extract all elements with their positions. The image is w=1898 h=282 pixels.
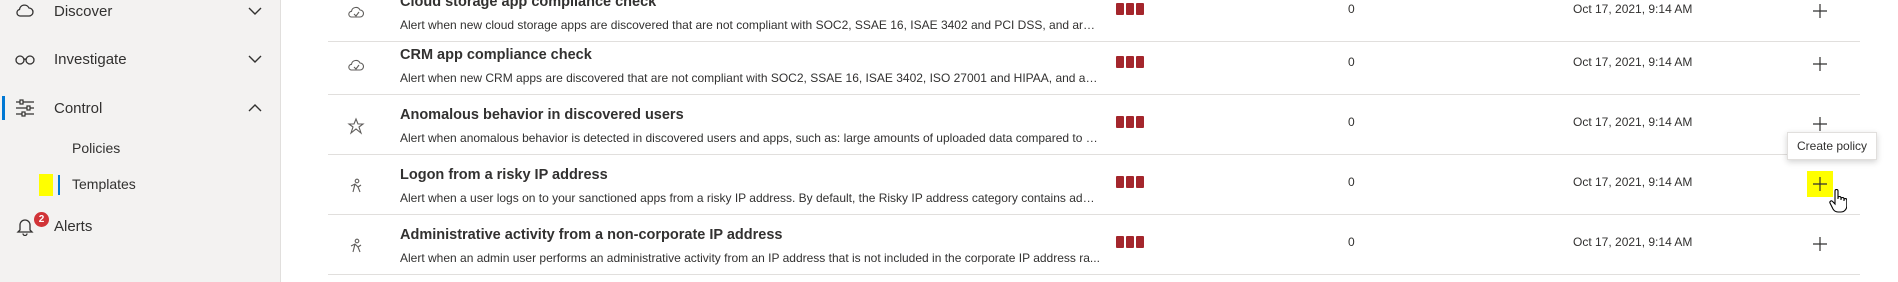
severity-indicator xyxy=(1116,56,1144,68)
nav-discover[interactable]: Discover xyxy=(0,0,281,31)
chevron-down-icon xyxy=(248,7,262,15)
nav-alerts[interactable]: 2 Alerts xyxy=(0,206,281,246)
row-title[interactable]: Anomalous behavior in discovered users xyxy=(400,107,684,123)
plus-icon xyxy=(1813,117,1827,131)
severity-indicator xyxy=(1116,116,1144,128)
cloud-check-icon xyxy=(345,2,367,24)
row-title[interactable]: Administrative activity from a non-corpo… xyxy=(400,227,782,243)
row-count: 0 xyxy=(1348,2,1355,16)
bell-icon: 2 xyxy=(14,212,49,237)
table-row[interactable]: Anomalous behavior in discovered users A… xyxy=(328,95,1860,155)
activity-icon xyxy=(345,235,367,257)
cloud-search-icon xyxy=(14,0,36,22)
plus-icon xyxy=(1813,57,1827,71)
row-date: Oct 17, 2021, 9:14 AM xyxy=(1573,115,1693,129)
sliders-icon xyxy=(14,97,36,119)
nav-control[interactable]: Control xyxy=(0,88,281,128)
nav-discover-label: Discover xyxy=(54,2,113,20)
nav-investigate-label: Investigate xyxy=(54,50,127,68)
alert-count-badge: 2 xyxy=(34,212,49,227)
row-count: 0 xyxy=(1348,55,1355,69)
cloud-check-icon xyxy=(345,55,367,77)
row-count: 0 xyxy=(1348,235,1355,249)
row-title[interactable]: Logon from a risky IP address xyxy=(400,167,608,183)
create-policy-button[interactable] xyxy=(1807,0,1833,24)
create-policy-button[interactable] xyxy=(1807,231,1833,257)
hand-cursor-icon xyxy=(1829,189,1847,213)
nav-templates-label: Templates xyxy=(72,176,136,192)
row-description: Alert when new cloud storage apps are di… xyxy=(400,18,1100,32)
row-description: Alert when new CRM apps are discovered t… xyxy=(400,71,1100,85)
chevron-down-icon xyxy=(248,55,262,63)
plus-icon xyxy=(1813,237,1827,251)
severity-indicator xyxy=(1116,236,1144,248)
row-description: Alert when a user logs on to your sancti… xyxy=(400,191,1100,205)
policy-templates-table: Cloud storage app compliance check Alert… xyxy=(282,0,1898,282)
row-title[interactable]: CRM app compliance check xyxy=(400,47,592,63)
activity-icon xyxy=(345,175,367,197)
left-navigation: Discover Investigate Control Policies Te… xyxy=(0,0,281,282)
row-description: Alert when an admin user performs an adm… xyxy=(400,251,1100,265)
severity-indicator xyxy=(1116,176,1144,188)
nav-alerts-label: Alerts xyxy=(54,217,93,235)
row-date: Oct 17, 2021, 9:14 AM xyxy=(1573,55,1693,69)
nav-policies[interactable]: Policies xyxy=(0,132,281,166)
row-date: Oct 17, 2021, 9:14 AM xyxy=(1573,235,1693,249)
nav-control-label: Control xyxy=(54,99,103,117)
highlight-marker xyxy=(39,174,53,196)
create-policy-tooltip: Create policy xyxy=(1787,132,1878,160)
row-count: 0 xyxy=(1348,175,1355,189)
selected-indicator xyxy=(58,175,60,195)
nav-policies-label: Policies xyxy=(72,140,121,156)
create-policy-button[interactable] xyxy=(1807,51,1833,77)
row-description: Alert when anomalous behavior is detecte… xyxy=(400,131,1100,145)
severity-indicator xyxy=(1116,3,1144,15)
plus-icon xyxy=(1813,177,1827,191)
row-date: Oct 17, 2021, 9:14 AM xyxy=(1573,2,1693,16)
anomaly-icon xyxy=(345,115,367,137)
row-title[interactable]: Cloud storage app compliance check xyxy=(400,0,656,10)
nav-templates[interactable]: Templates xyxy=(0,168,281,202)
table-row[interactable]: Logon from a risky IP address Alert when… xyxy=(328,155,1860,215)
active-indicator xyxy=(2,96,5,120)
glasses-icon xyxy=(14,48,36,70)
table-row[interactable]: CRM app compliance check Alert when new … xyxy=(328,35,1860,95)
nav-investigate[interactable]: Investigate xyxy=(0,39,281,79)
row-count: 0 xyxy=(1348,115,1355,129)
plus-icon xyxy=(1813,4,1827,18)
row-date: Oct 17, 2021, 9:14 AM xyxy=(1573,175,1693,189)
table-row[interactable]: Administrative activity from a non-corpo… xyxy=(328,215,1860,275)
chevron-up-icon xyxy=(248,104,262,112)
